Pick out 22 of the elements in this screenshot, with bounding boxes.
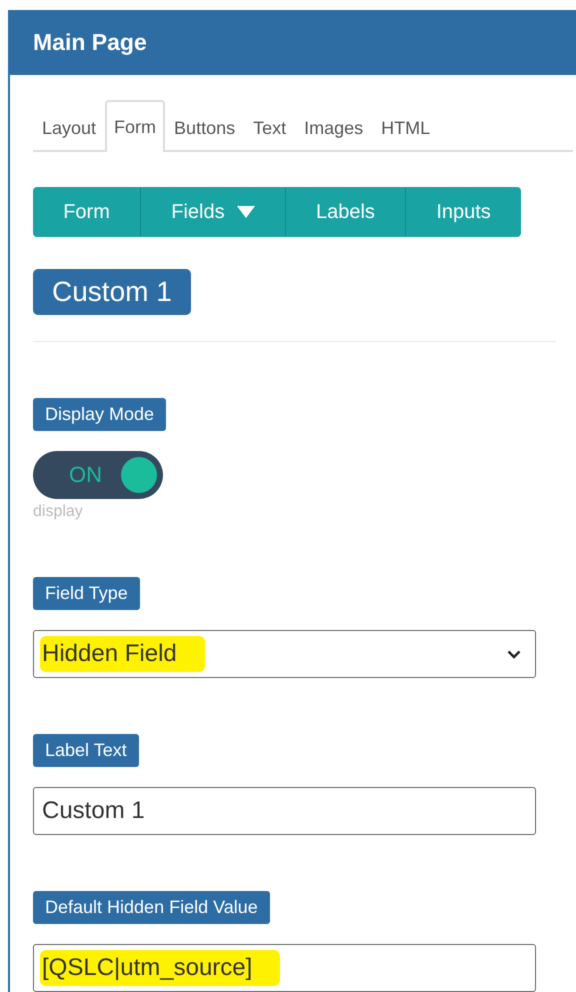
- panel-title: Main Page: [33, 29, 147, 56]
- field-value: Hidden Field: [40, 636, 205, 672]
- field-label: Label Text: [33, 734, 139, 767]
- input-field[interactable]: Custom 1: [33, 787, 536, 835]
- tab[interactable]: Form: [105, 100, 166, 152]
- section-title: Custom 1: [33, 269, 191, 315]
- field-label: Field Type: [33, 577, 140, 610]
- chevron-icon: [507, 650, 521, 658]
- hint-text: display: [33, 503, 83, 521]
- field-label: Default Hidden Field Value: [33, 891, 270, 924]
- tab[interactable]: Buttons: [165, 102, 244, 152]
- tab[interactable]: HTML: [372, 102, 440, 152]
- caret-icon: [236, 206, 255, 218]
- tab[interactable]: Text: [244, 102, 296, 152]
- tab[interactable]: Images: [295, 102, 372, 152]
- tab[interactable]: Layout: [33, 102, 106, 152]
- input-field[interactable]: [QSLC|utm_source]: [33, 944, 536, 992]
- field-value: [QSLC|utm_source]: [40, 950, 280, 986]
- select-field[interactable]: Hidden Field: [33, 630, 536, 678]
- toggle-switch[interactable]: ON: [33, 451, 163, 499]
- field-value: Custom 1: [41, 796, 146, 826]
- field-label: Display Mode: [33, 398, 166, 431]
